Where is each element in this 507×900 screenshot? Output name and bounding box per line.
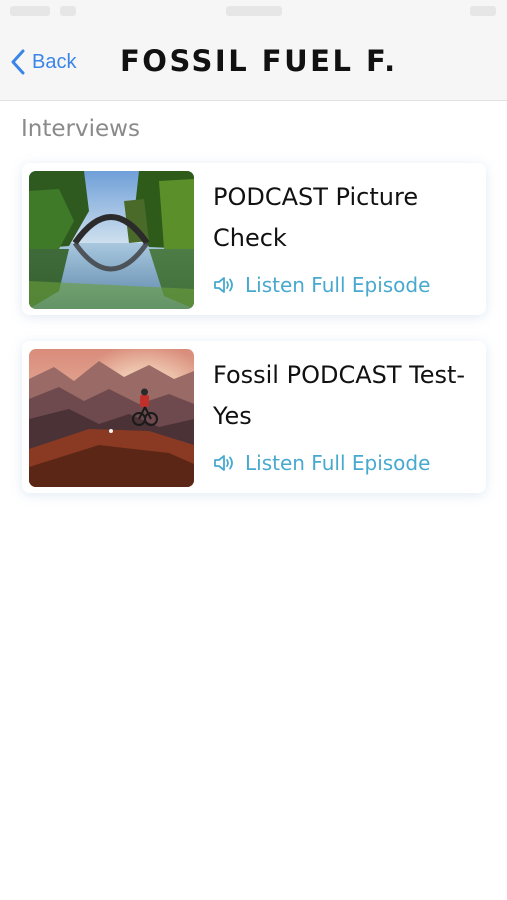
listen-label: Listen Full Episode <box>245 451 431 475</box>
section-title: Interviews <box>21 116 140 142</box>
mountain-cyclist-photo[interactable] <box>29 349 194 487</box>
clock-indicator <box>226 6 282 16</box>
back-button[interactable]: Back <box>10 46 76 78</box>
episode-card[interactable]: Fossil PODCAST Test-Yes Listen Full Epis… <box>22 341 486 493</box>
speaker-icon <box>214 455 233 471</box>
nav-header: Back FOSSIL FUEL F... <box>0 0 507 101</box>
listen-full-episode-link[interactable]: Listen Full Episode <box>213 273 430 297</box>
bridge-lake-photo[interactable] <box>29 171 194 309</box>
episode-title[interactable]: PODCAST Picture Check <box>213 177 485 259</box>
carrier-indicator <box>10 6 50 16</box>
speaker-icon <box>214 277 233 293</box>
page-title: FOSSIL FUEL F... <box>120 44 400 78</box>
episode-title[interactable]: Fossil PODCAST Test-Yes <box>213 355 485 437</box>
battery-icon <box>470 6 496 16</box>
status-bar <box>0 0 507 26</box>
wifi-icon <box>60 6 76 16</box>
listen-full-episode-link[interactable]: Listen Full Episode <box>213 451 430 475</box>
back-label: Back <box>32 50 77 73</box>
listen-label: Listen Full Episode <box>245 273 431 297</box>
episode-card[interactable]: PODCAST Picture Check Listen Full Episod… <box>22 163 486 315</box>
chevron-left-icon <box>11 49 25 75</box>
